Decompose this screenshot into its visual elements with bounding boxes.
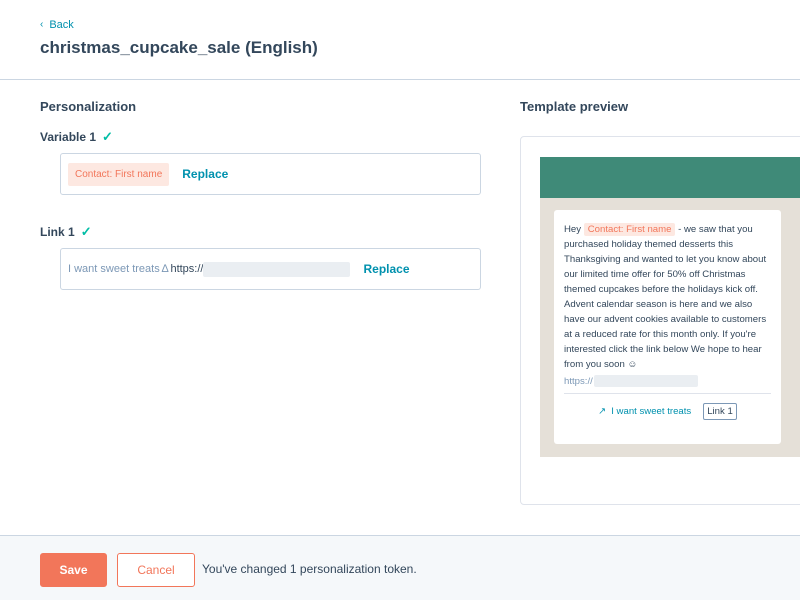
link-icon: ∆ <box>161 263 169 275</box>
preview-link-text: I want sweet treats <box>611 406 692 417</box>
preview-url: https:// <box>564 375 771 387</box>
variable-1-label-text: Variable 1 <box>40 130 97 144</box>
email-body: - we saw that you purchased holiday them… <box>564 224 767 370</box>
variable-1-box: Contact: First name Replace <box>60 153 481 195</box>
preview-link[interactable]: ↗ I want sweet treats <box>598 406 691 417</box>
template-preview-title: Template preview <box>520 99 629 114</box>
checkmark-icon: ✓ <box>80 224 92 239</box>
variable-1-label: Variable 1 ✓ <box>40 129 113 145</box>
smiley-icon: ☺ <box>627 359 638 370</box>
preview-link-row: ↗ I want sweet treats Link 1 <box>564 403 771 420</box>
preview-token-chip: Contact: First name <box>583 223 676 236</box>
back-label: Back <box>49 19 74 31</box>
preview-url-prefix: https:// <box>564 375 593 387</box>
email-header-band <box>540 157 800 198</box>
link-1-box: I want sweet treats ∆ https:// Replace <box>60 248 481 290</box>
personalization-title: Personalization <box>40 99 137 114</box>
cancel-button[interactable]: Cancel <box>117 553 195 587</box>
save-button[interactable]: Save <box>40 553 107 587</box>
preview-divider <box>564 393 771 394</box>
redacted-preview-url <box>593 375 698 387</box>
checkmark-icon: ✓ <box>102 129 113 144</box>
link-badge: Link 1 <box>703 403 737 420</box>
back-link[interactable]: ‹ Back <box>40 19 74 31</box>
footer-bar: Save Cancel You've changed 1 personaliza… <box>0 535 800 600</box>
link-1-label: Link 1 ✓ <box>40 224 92 240</box>
email-body-text: Hey Contact: First name - we saw that yo… <box>564 222 771 372</box>
email-preview-card: Hey Contact: First name - we saw that yo… <box>554 210 781 444</box>
replace-variable-button[interactable]: Replace <box>182 167 228 181</box>
personalization-token-chip[interactable]: Contact: First name <box>68 162 170 186</box>
link-url-prefix: https:// <box>170 263 204 275</box>
external-link-icon: ↗ <box>598 406 607 417</box>
change-status-message: You've changed 1 personalization token. <box>202 562 417 576</box>
link-1-label-text: Link 1 <box>40 225 75 239</box>
link-text: I want sweet treats <box>68 263 160 275</box>
page-title: christmas_cupcake_sale (English) <box>40 38 318 57</box>
email-greeting: Hey <box>564 224 582 235</box>
redacted-url <box>203 261 351 277</box>
replace-link-button[interactable]: Replace <box>363 262 409 276</box>
page-header: ‹ Back christmas_cupcake_sale (English) <box>0 0 800 80</box>
chevron-left-icon: ‹ <box>40 19 44 30</box>
